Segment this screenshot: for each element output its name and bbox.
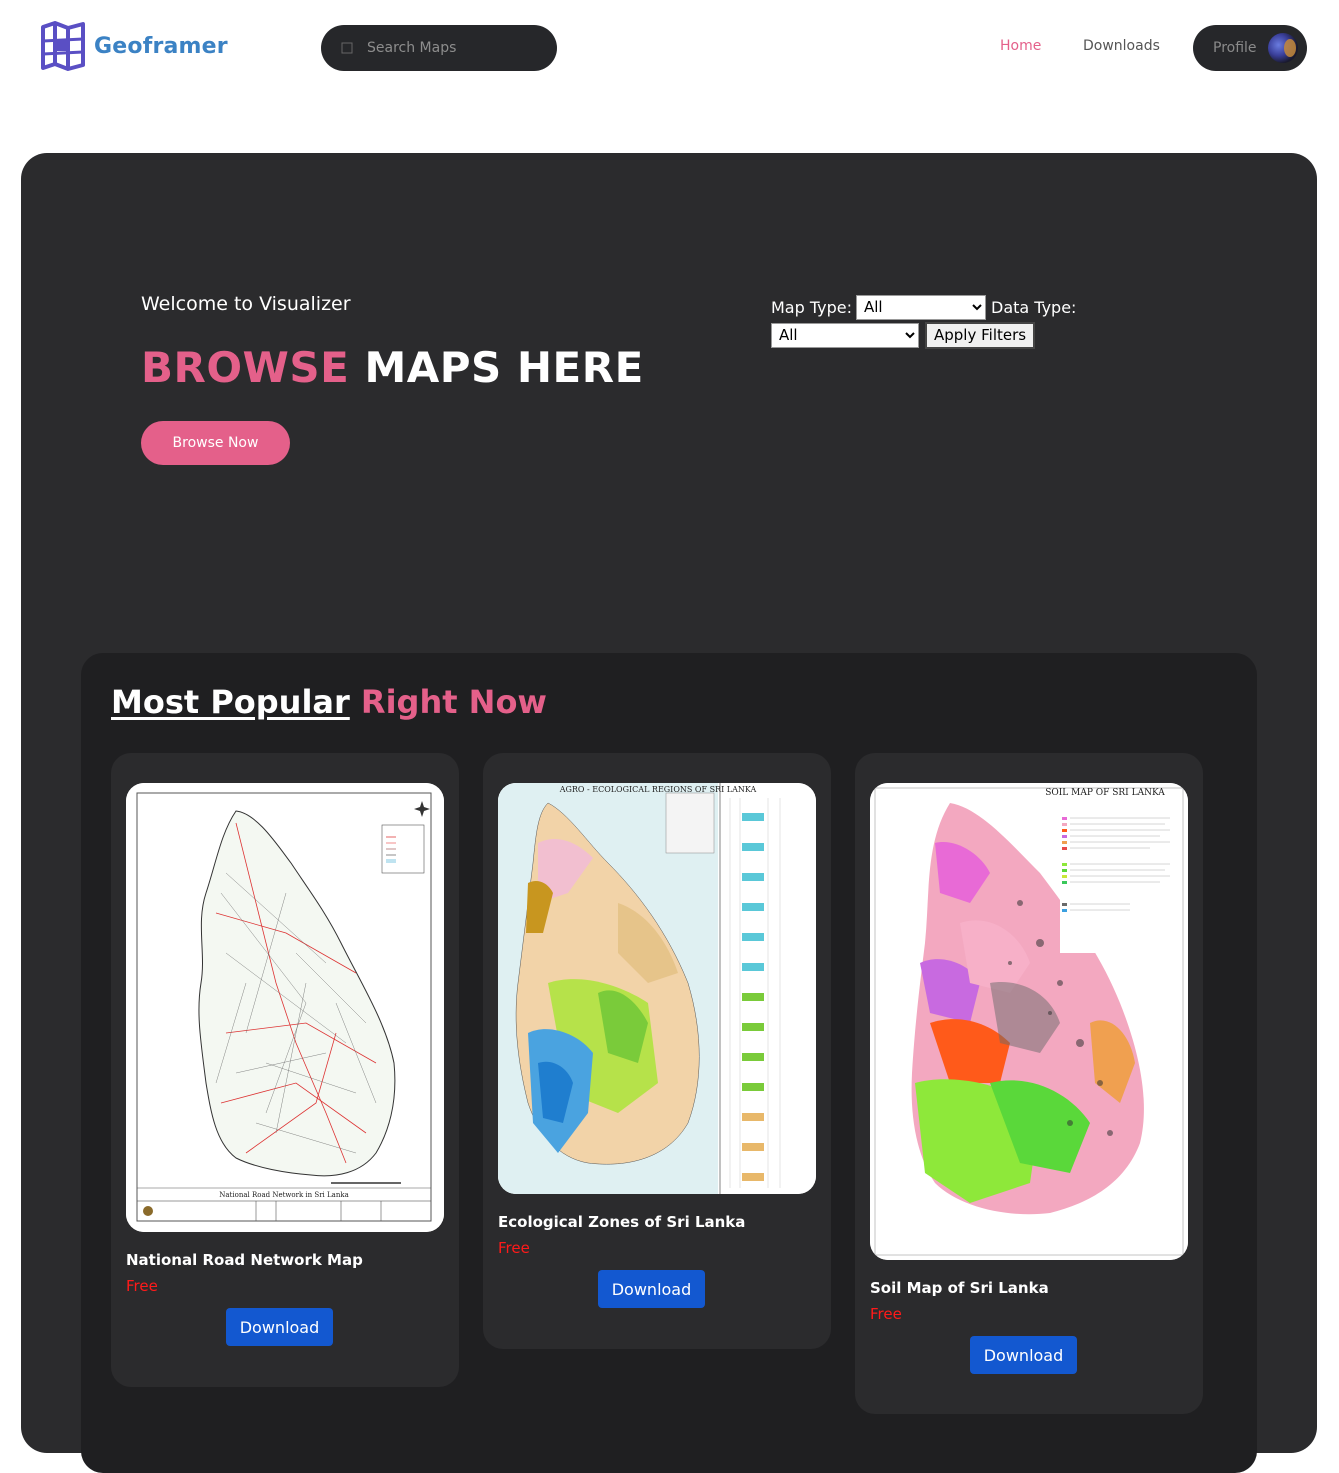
card-title: National Road Network Map — [126, 1251, 363, 1269]
nav-downloads-link[interactable]: Downloads — [1083, 38, 1160, 54]
nav-home-link[interactable]: Home — [1000, 38, 1041, 54]
headline-rest: MAPS HERE — [364, 343, 644, 392]
brand-logo[interactable]: Geoframer — [40, 21, 228, 71]
map-type-label: Map Type: — [771, 297, 852, 317]
headline-accent: BROWSE — [141, 343, 350, 392]
map-type-select[interactable]: All — [856, 294, 986, 320]
thumb-title: AGRO - ECOLOGICAL REGIONS OF SRI LANKA — [559, 785, 757, 794]
data-type-label: Data Type: — [991, 297, 1077, 317]
search-bar[interactable] — [321, 25, 557, 71]
section-title-accent: Right Now — [360, 683, 547, 721]
map-card: AGRO - ECOLOGICAL REGIONS OF SRI LANKA E… — [483, 753, 831, 1349]
filter-form: Map Type: All Data Type: All Apply Filte… — [771, 293, 1101, 349]
ecological-map-image: AGRO - ECOLOGICAL REGIONS OF SRI LANKA — [498, 783, 816, 1194]
road-map-image: National Road Network in Sri Lanka — [126, 783, 444, 1232]
search-input[interactable] — [367, 40, 537, 56]
thumb-title: SOIL MAP OF SRI LANKA — [1045, 788, 1165, 798]
card-title: Ecological Zones of Sri Lanka — [498, 1213, 746, 1231]
avatar — [1268, 33, 1298, 63]
brand-name: Geoframer — [94, 33, 228, 59]
map-grid-icon — [41, 21, 85, 71]
popular-section: Most Popular Right Now National Road Net… — [81, 653, 1257, 1473]
download-button[interactable]: Download — [970, 1336, 1077, 1374]
profile-label: Profile — [1213, 40, 1257, 56]
map-card: SOIL MAP OF SRI LANKA Soil Map of Sri La… — [855, 753, 1203, 1414]
section-title-main: Most Popular — [111, 683, 350, 721]
soil-map-image: SOIL MAP OF SRI LANKA — [870, 783, 1188, 1260]
data-type-select[interactable]: All — [771, 322, 919, 348]
welcome-text: Welcome to Visualizer — [141, 293, 351, 315]
top-nav: Geoframer Home Downloads Profile — [0, 0, 1339, 100]
section-title: Most Popular Right Now — [111, 683, 547, 721]
download-button[interactable]: Download — [226, 1308, 333, 1346]
profile-button[interactable]: Profile — [1193, 25, 1307, 71]
card-price: Free — [870, 1305, 902, 1323]
card-price: Free — [498, 1239, 530, 1257]
map-thumbnail[interactable]: AGRO - ECOLOGICAL REGIONS OF SRI LANKA — [498, 783, 816, 1194]
download-button[interactable]: Download — [598, 1270, 705, 1308]
map-thumbnail[interactable]: National Road Network in Sri Lanka — [126, 783, 444, 1232]
page-title: BROWSE MAPS HERE — [141, 343, 644, 392]
map-thumbnail[interactable]: SOIL MAP OF SRI LANKA — [870, 783, 1188, 1260]
thumb-title: National Road Network in Sri Lanka — [219, 1191, 349, 1199]
card-title: Soil Map of Sri Lanka — [870, 1279, 1049, 1297]
browse-now-button[interactable]: Browse Now — [141, 421, 290, 465]
search-icon — [341, 42, 353, 54]
hero-panel: Welcome to Visualizer BROWSE MAPS HERE B… — [21, 153, 1317, 1473]
card-price: Free — [126, 1277, 158, 1295]
map-card: National Road Network in Sri Lanka Natio… — [111, 753, 459, 1387]
apply-filters-button[interactable]: Apply Filters — [925, 321, 1036, 349]
